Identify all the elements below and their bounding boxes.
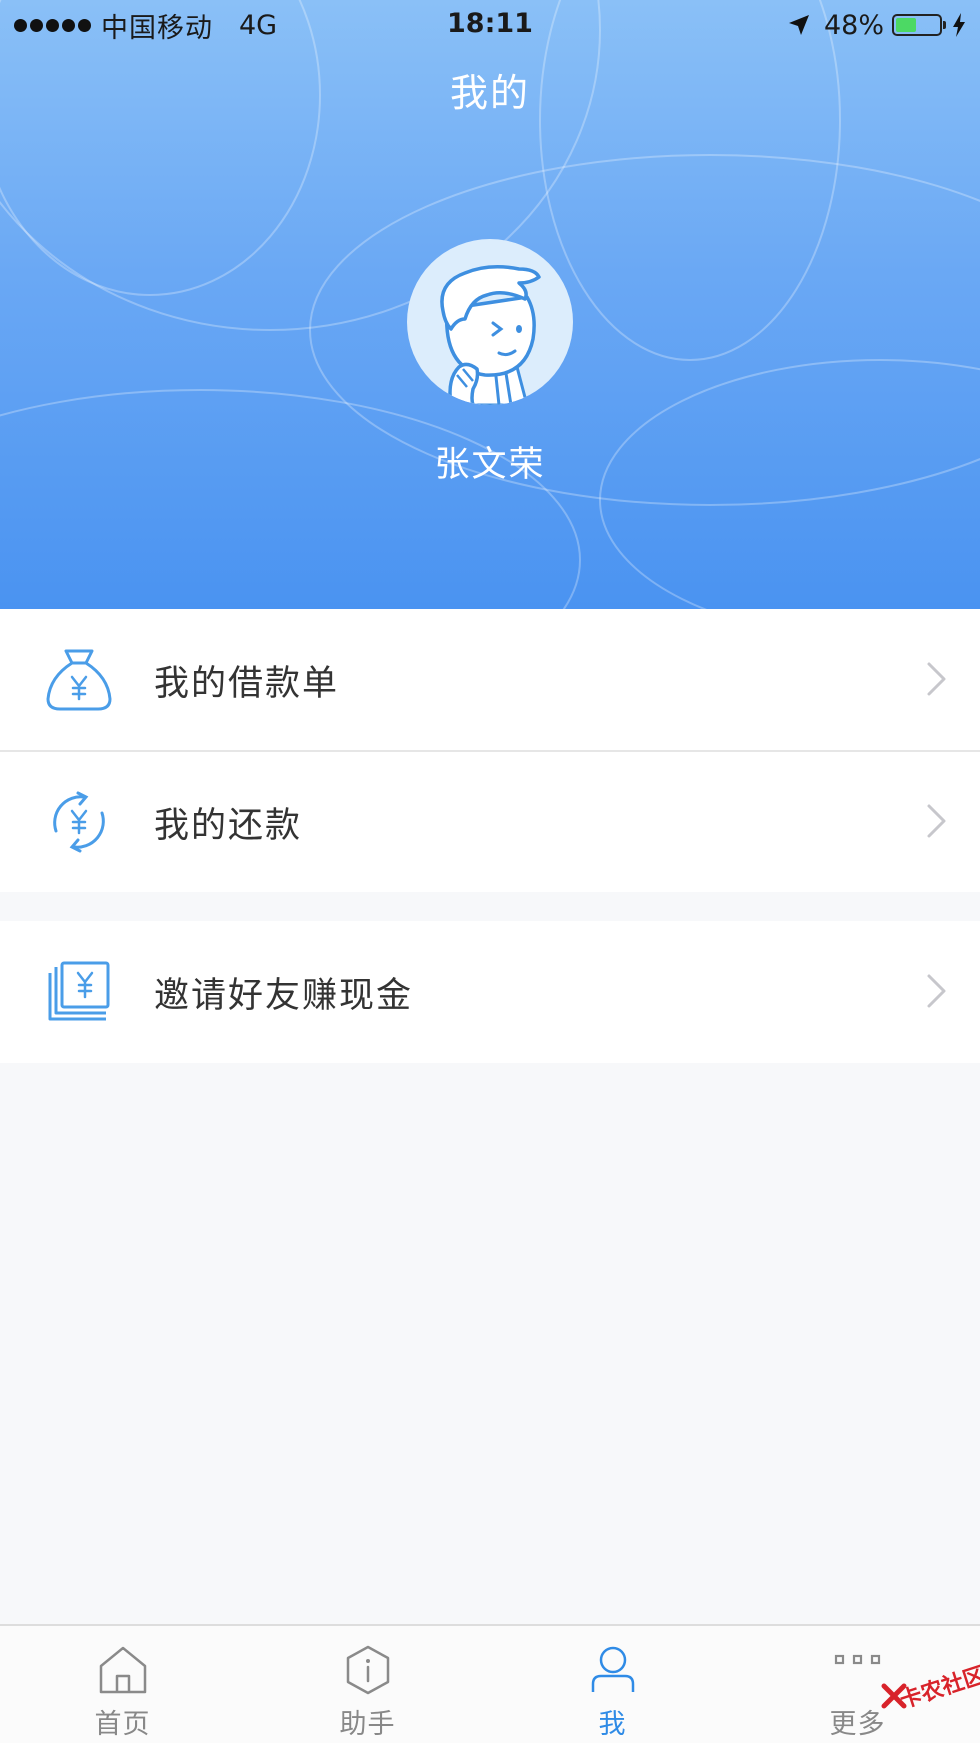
menu-label: 我的还款 xyxy=(154,806,303,846)
menu-label: 邀请好友赚现金 xyxy=(154,976,414,1016)
menu-group-invite: 邀请好友赚现金 xyxy=(0,921,980,1063)
menu-group-loans: 我的借款单 我的还款 xyxy=(0,609,980,892)
menu-label: 我的借款单 xyxy=(154,664,340,704)
cartoon-avatar-icon xyxy=(440,265,541,405)
info-icon xyxy=(346,1645,389,1695)
tab-label: 首页 xyxy=(94,1709,151,1740)
menu-item-my-repayment[interactable]: 我的还款 xyxy=(0,751,980,892)
tab-bar: 首页 助手 我 更多 xyxy=(0,1624,980,1743)
tab-label: 助手 xyxy=(339,1709,396,1740)
user-name: 张文荣 xyxy=(434,445,546,485)
home-icon xyxy=(99,1646,146,1694)
menu-item-my-loans[interactable]: 我的借款单 xyxy=(0,609,980,750)
tab-me[interactable]: 我 xyxy=(490,1626,735,1743)
chevron-right-icon xyxy=(927,804,946,838)
battery-level xyxy=(896,18,917,32)
profile-header: 中国移动 4G 18:11 48% 我的 张文荣 xyxy=(0,0,980,609)
cash-card-icon xyxy=(48,961,110,1021)
location-arrow-icon xyxy=(788,15,809,35)
repay-cycle-icon xyxy=(53,791,105,853)
watermark-text: 卡农社区 xyxy=(897,1662,980,1714)
chevron-right-icon xyxy=(927,662,946,696)
status-right: 48% xyxy=(788,9,966,41)
charging-bolt-icon xyxy=(953,13,965,37)
battery-percent: 48% xyxy=(823,9,884,41)
more-icon xyxy=(834,1654,880,1665)
user-icon xyxy=(591,1646,634,1692)
status-bar: 中国移动 4G 18:11 48% xyxy=(0,0,980,50)
tab-home[interactable]: 首页 xyxy=(0,1626,245,1743)
screen: 中国移动 4G 18:11 48% 我的 张文荣 我的借款单 我的还款 邀请好友… xyxy=(0,0,980,1743)
chevron-right-icon xyxy=(927,974,946,1008)
tab-assistant[interactable]: 助手 xyxy=(245,1626,490,1743)
avatar[interactable] xyxy=(407,239,573,405)
menu-item-invite-friends[interactable]: 邀请好友赚现金 xyxy=(0,921,980,1062)
battery-icon xyxy=(892,14,946,36)
money-bag-icon xyxy=(46,649,112,711)
watermark-logo: 卡农社区 xyxy=(880,1648,980,1728)
tab-label: 我 xyxy=(598,1709,627,1740)
page-title: 我的 xyxy=(449,71,530,115)
